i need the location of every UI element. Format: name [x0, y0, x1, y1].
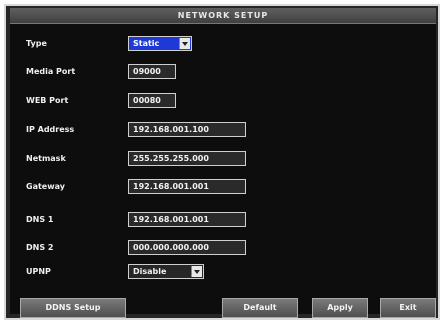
dns1-label: DNS 1: [26, 215, 54, 224]
web-port-input[interactable]: 00080: [128, 93, 176, 108]
media-port-label: Media Port: [26, 67, 76, 76]
gateway-label: Gateway: [26, 182, 65, 191]
ip-address-input[interactable]: 192.168.001.100: [128, 122, 246, 137]
web-port-label: WEB Port: [26, 96, 69, 105]
upnp-value: Disable: [133, 267, 167, 276]
type-select[interactable]: Static: [128, 36, 192, 51]
media-port-input[interactable]: 09000: [128, 64, 176, 79]
type-value: Static: [133, 39, 160, 48]
type-label: Type: [26, 39, 47, 48]
netmask-input[interactable]: 255.255.255.000: [128, 151, 246, 166]
dns1-input[interactable]: 192.168.001.001: [128, 212, 246, 227]
ddns-setup-button[interactable]: DDNS Setup: [20, 298, 126, 318]
gateway-input[interactable]: 192.168.001.001: [128, 179, 246, 194]
netmask-label: Netmask: [26, 154, 66, 163]
ip-address-label: IP Address: [26, 125, 75, 134]
dns2-label: DNS 2: [26, 243, 54, 252]
exit-button[interactable]: Exit: [380, 298, 436, 318]
upnp-label: UPNP: [26, 267, 51, 276]
dns2-input[interactable]: 000.000.000.000: [128, 240, 246, 255]
window-title: NETWORK SETUP: [10, 8, 436, 24]
upnp-select[interactable]: Disable: [128, 264, 204, 279]
apply-button[interactable]: Apply: [312, 298, 368, 318]
chevron-down-icon[interactable]: [191, 266, 202, 277]
chevron-down-icon[interactable]: [179, 38, 190, 49]
default-button[interactable]: Default: [222, 298, 298, 318]
